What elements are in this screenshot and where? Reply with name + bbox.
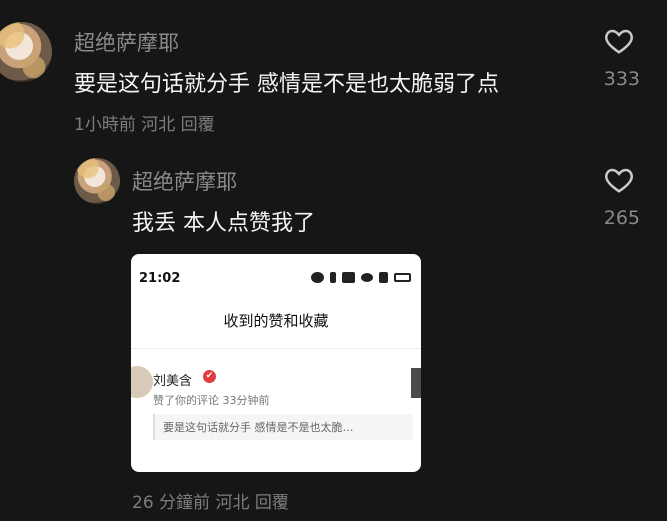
- reply-meta: 26 分鐘前 河北 回覆: [132, 493, 289, 513]
- embedded-screenshot[interactable]: 21:02 收到的赞和收藏 刘美含 ✔ 赞了你的评论 33分钟前 要是这句话就分…: [131, 254, 421, 472]
- liker-name[interactable]: 刘美含: [153, 370, 192, 389]
- like-count: 333: [603, 68, 640, 90]
- bluetooth-icon: [330, 272, 336, 283]
- commenter-avatar[interactable]: [0, 22, 52, 82]
- heart-icon: [605, 29, 633, 54]
- heart-icon: [605, 168, 633, 193]
- quoted-comment-text: 要是这句话就分手 感情是不是也太脆…: [163, 421, 354, 434]
- signal-icon: [379, 272, 388, 283]
- reply-username[interactable]: 超绝萨摩耶: [132, 166, 237, 196]
- status-icons: [311, 272, 411, 283]
- reply-like-count: 265: [603, 207, 640, 229]
- verified-badge-icon: ✔: [203, 370, 216, 383]
- reply-avatar[interactable]: [74, 158, 120, 204]
- comment-username[interactable]: 超绝萨摩耶: [74, 27, 179, 57]
- card-divider: [131, 348, 421, 349]
- like-button[interactable]: [604, 27, 634, 59]
- wifi-icon: [361, 273, 373, 282]
- like-action-text: 赞了你的评论 33分钟前: [153, 394, 270, 407]
- reply-like-button[interactable]: [604, 166, 634, 198]
- comment-meta: 1小時前 河北 回覆: [74, 115, 215, 135]
- hd-icon: [342, 272, 355, 283]
- status-time: 21:02: [139, 271, 181, 286]
- reply-text: 我丢 本人点赞我了: [132, 211, 315, 236]
- battery-icon: [394, 273, 411, 282]
- quoted-comment[interactable]: 要是这句话就分手 感情是不是也太脆…: [153, 414, 413, 440]
- liker-avatar[interactable]: [131, 366, 153, 398]
- post-thumbnail[interactable]: [411, 368, 421, 398]
- comment-text: 要是这句话就分手 感情是不是也太脆弱了点: [74, 72, 499, 97]
- alarm-icon: [311, 272, 324, 283]
- card-title: 收到的赞和收藏: [223, 312, 329, 330]
